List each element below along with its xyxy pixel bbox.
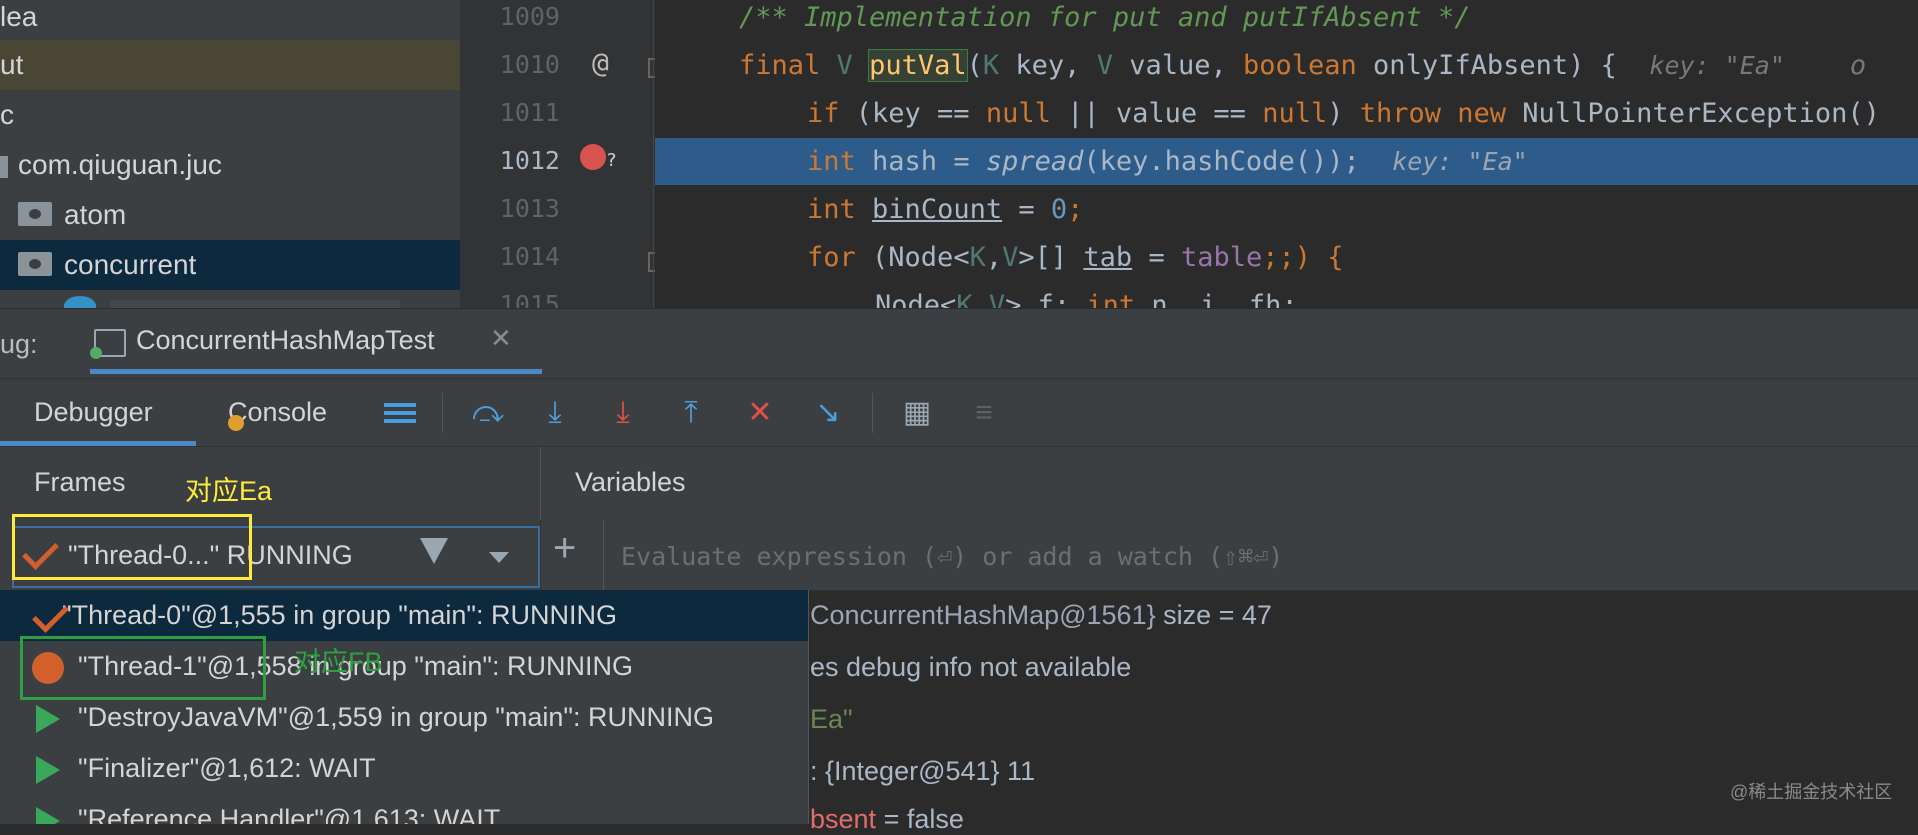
variable-row[interactable]: : {Integer@541} 11 — [810, 756, 1035, 787]
tab-debugger[interactable]: Debugger — [0, 379, 196, 447]
run-to-cursor-icon[interactable]: ↘ — [808, 393, 848, 433]
tree-item[interactable]: c — [0, 90, 460, 140]
tree-item-cutoff — [110, 300, 400, 308]
step-over-icon[interactable]: ⤼ — [468, 393, 508, 433]
add-watch-icon[interactable]: + — [553, 526, 576, 571]
variable-row[interactable]: Ea" — [810, 704, 853, 735]
trace-stream-icon[interactable]: ≡ — [964, 393, 1004, 433]
code-line: int binCount = 0; — [807, 194, 1084, 225]
close-tab-icon[interactable]: ✕ — [490, 323, 512, 354]
annotation-ea: 对应Ea — [185, 476, 273, 506]
project-tree: lea ut c com.qiuguan.juc atom concurrent — [0, 0, 460, 308]
evaluate-expression-icon[interactable]: ▦ — [897, 393, 937, 433]
tree-item-package[interactable]: com.qiuguan.juc — [0, 140, 460, 190]
drop-frame-icon[interactable]: ✕ — [740, 393, 780, 433]
tree-item-atom[interactable]: atom — [0, 190, 460, 240]
code-line: final V putVal(K key, V value, boolean o… — [739, 49, 1867, 82]
running-thread-icon — [36, 806, 60, 824]
folder-icon — [18, 201, 52, 226]
warning-badge-icon — [228, 415, 244, 431]
thread-item[interactable]: "Thread-0"@1,555 in group "main": RUNNIN… — [0, 590, 808, 641]
step-out-icon[interactable]: ⤒ — [671, 393, 711, 433]
code-line: /** Implementation for put and putIfAbse… — [739, 2, 1471, 33]
code-line: for (Node<K,V>[] tab = table;;) { — [807, 242, 1344, 273]
line-number: 1013 — [499, 194, 560, 223]
editor-gutter: 1009 1010 1011 1012 1013 1014 1015 @ ? — [460, 0, 666, 319]
folder-icon — [18, 251, 52, 276]
running-thread-icon — [36, 755, 60, 784]
running-dot-icon — [90, 347, 102, 359]
annotation-box-yellow — [12, 514, 252, 580]
filter-icon[interactable] — [420, 538, 448, 564]
debug-toolbar: Debugger Console ⤼ ⤓ ⤓ ⤒ ✕ ↘ ▦ ≡ — [0, 378, 1918, 447]
line-number: 1011 — [499, 98, 560, 127]
annotation-box-green — [20, 636, 266, 700]
annotation-fb: 对应FB — [294, 647, 383, 677]
inline-value-hint: key: "Ea" — [1392, 147, 1528, 176]
tab-console[interactable]: Console — [228, 379, 348, 447]
session-tab[interactable]: ConcurrentHashMapTest ✕ — [90, 309, 542, 375]
thread-item[interactable]: "Finalizer"@1,612: WAIT — [0, 743, 808, 794]
variables-header: Variables — [575, 467, 686, 497]
frames-header: Frames — [34, 467, 126, 497]
class-icon — [64, 296, 96, 308]
variable-row[interactable]: es debug info not available — [810, 652, 1131, 683]
variable-row[interactable]: ConcurrentHashMap@1561} size = 47 — [810, 600, 1272, 631]
thread-selector[interactable]: "Thread-0..." RUNNING — [0, 514, 540, 590]
line-number: 1010 — [499, 50, 560, 79]
tree-item[interactable]: lea — [0, 0, 460, 42]
tree-item-concurrent[interactable]: concurrent — [0, 240, 460, 290]
inline-value-hint: key: "Ea" — [1649, 51, 1785, 80]
line-number: 1014 — [499, 242, 560, 271]
evaluate-input[interactable]: Evaluate expression (⏎) or add a watch (… — [621, 542, 1283, 571]
line-number: 1012 — [499, 146, 560, 175]
code-line: if (key == null || value == null) throw … — [807, 98, 1880, 129]
evaluate-row: + Evaluate expression (⏎) or add a watch… — [540, 520, 1918, 591]
line-number: 1009 — [499, 2, 560, 31]
watermark: @稀土掘金技术社区 — [1730, 782, 1893, 802]
code-line: Node<K,V> f; int n, i, fh; — [875, 290, 1298, 308]
code-editor[interactable]: /** Implementation for put and putIfAbse… — [655, 0, 1918, 308]
thread-item[interactable]: "Reference Handler"@1,613: WAIT — [0, 794, 808, 824]
chevron-down-icon[interactable] — [489, 552, 509, 563]
tree-item[interactable]: ut — [0, 40, 460, 90]
debugger-panel-headers: Frames 对应Ea Variables — [0, 446, 1918, 521]
override-marker-icon[interactable]: @ — [592, 46, 609, 79]
check-icon — [0, 590, 69, 641]
thread-dropdown: "Thread-0"@1,555 in group "main": RUNNIN… — [0, 590, 809, 824]
debug-tool-window-header: ug: ConcurrentHashMapTest ✕ — [0, 308, 1918, 379]
force-step-into-icon[interactable]: ⤓ — [603, 393, 643, 433]
menu-icon[interactable] — [380, 393, 420, 433]
package-icon — [0, 155, 8, 178]
variable-row[interactable]: bsent = false — [810, 804, 964, 835]
step-into-icon[interactable]: ⤓ — [535, 393, 575, 433]
code-line: int hash = spread(key.hashCode()); key: … — [807, 146, 1528, 177]
breakpoint-icon[interactable] — [580, 144, 606, 170]
running-thread-icon — [36, 704, 60, 733]
